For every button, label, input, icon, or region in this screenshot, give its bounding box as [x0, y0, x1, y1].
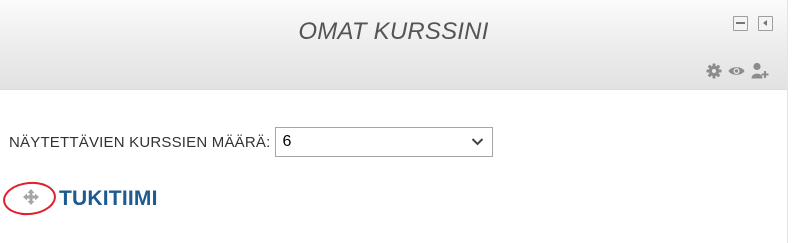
block-actions	[706, 62, 769, 79]
eye-icon[interactable]	[728, 65, 745, 77]
courses-per-page-control: NÄYTETTÄVIEN KURSSIEN MÄÄRÄ: 6	[9, 127, 494, 157]
chevron-down-icon	[471, 135, 484, 153]
courses-per-page-value: 6	[282, 133, 292, 150]
dock-icon[interactable]	[758, 16, 773, 31]
add-user-icon[interactable]	[751, 62, 769, 79]
block-header: OMAT KURSSINI	[0, 0, 787, 90]
annotation-circle	[1, 179, 58, 218]
block-title: OMAT KURSSINI	[298, 18, 489, 45]
gear-icon[interactable]	[706, 63, 722, 79]
course-item: TUKITIIMI	[1, 179, 158, 218]
move-handle[interactable]	[1, 179, 58, 218]
courses-per-page-label: NÄYTETTÄVIEN KURSSIEN MÄÄRÄ:	[9, 133, 271, 151]
my-courses-block: OMAT KURSSINI NÄYTETTÄVIEN KURSSIEN MÄÄR…	[0, 0, 788, 243]
minimize-icon[interactable]	[733, 16, 748, 31]
course-link[interactable]: TUKITIIMI	[59, 187, 158, 211]
courses-per-page-select[interactable]: 6	[275, 127, 494, 157]
